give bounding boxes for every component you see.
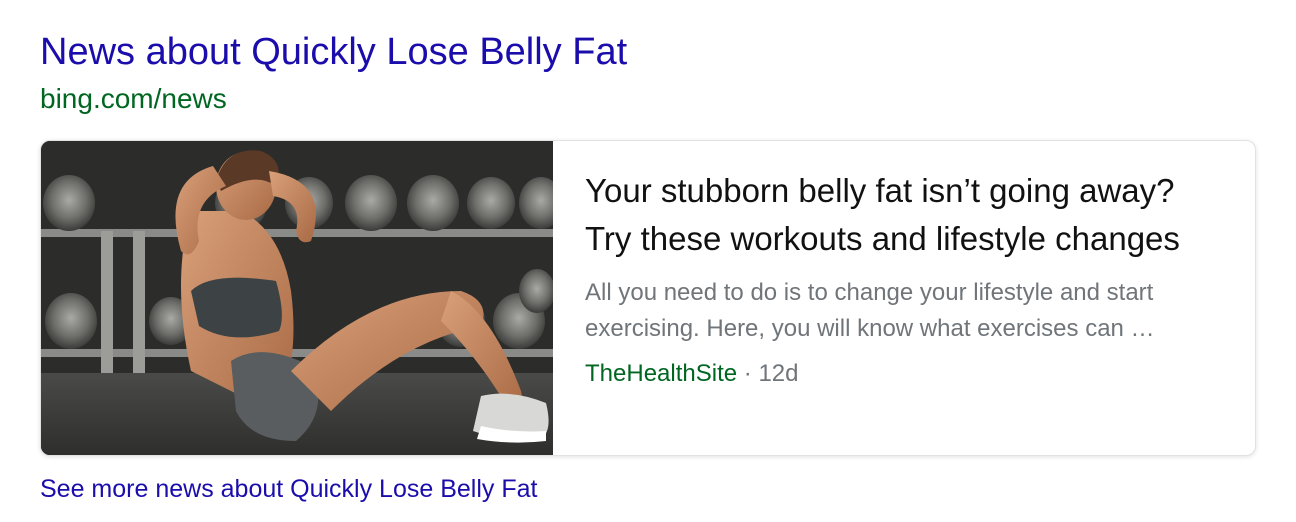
news-section-title-link[interactable]: News about Quickly Lose Belly Fat	[40, 30, 627, 74]
news-headline[interactable]: Your stubborn belly fat isn’t going away…	[585, 167, 1225, 263]
news-meta: TheHealthSite · 12d	[585, 357, 1225, 391]
news-age: 12d	[758, 360, 799, 387]
news-card-body: Your stubborn belly fat isn’t going away…	[585, 167, 1225, 391]
meta-separator: ·	[743, 360, 752, 387]
news-snippet: All you need to do is to change your lif…	[585, 279, 1155, 342]
woman-doing-crunches-gym-photo-icon	[41, 141, 553, 455]
news-card[interactable]: Your stubborn belly fat isn’t going away…	[40, 140, 1256, 456]
news-thumbnail-image[interactable]	[41, 141, 553, 455]
news-publisher: TheHealthSite	[585, 360, 738, 387]
news-source-url: bing.com/news	[40, 83, 227, 114]
see-more-news-link[interactable]: See more news about Quickly Lose Belly F…	[40, 472, 537, 506]
